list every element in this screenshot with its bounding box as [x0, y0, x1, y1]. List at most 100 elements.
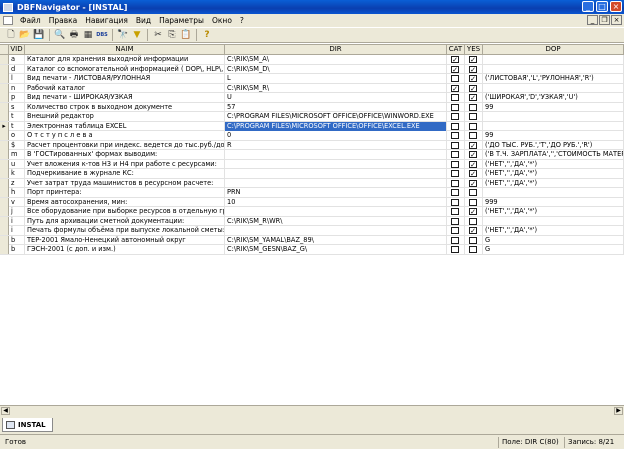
yes-checkbox[interactable] — [469, 103, 477, 111]
print-preview-icon[interactable]: 🔍 — [53, 29, 67, 42]
filter-icon[interactable]: ▼ — [130, 29, 144, 42]
cell-dir[interactable]: L — [225, 74, 447, 83]
dbs-icon[interactable]: DBS — [95, 29, 109, 42]
yes-checkbox[interactable]: ✓ — [469, 56, 477, 64]
table-row[interactable]: mВ 'ГОСТированных' формах выводим: ✓ ('В Т… — [0, 150, 624, 160]
paste-icon[interactable]: 📋 — [179, 29, 193, 42]
cell-dir[interactable]: U — [225, 93, 447, 102]
menu-parameters[interactable]: Параметры — [155, 16, 208, 25]
cell-vid[interactable]: d — [9, 64, 25, 74]
menu-help[interactable]: ? — [236, 16, 248, 25]
cell-dir[interactable] — [225, 150, 447, 159]
cell-vid[interactable]: o — [9, 131, 25, 140]
cell-vid[interactable]: u — [9, 159, 25, 169]
cell-naim[interactable]: Учет вложения к-тов Н3 и Н4 при работе с… — [25, 159, 225, 169]
cell-vid[interactable]: j — [9, 207, 25, 216]
cat-checkbox[interactable]: ✓ — [451, 56, 459, 64]
cell-naim[interactable]: Учет затрат труда машинистов в ресурсном… — [25, 178, 225, 188]
row-indicator[interactable] — [0, 188, 9, 197]
yes-checkbox[interactable]: ✓ — [469, 141, 477, 149]
row-indicator[interactable] — [0, 74, 9, 83]
column-header-dop[interactable]: DOP — [483, 45, 624, 55]
yes-checkbox[interactable] — [469, 217, 477, 225]
copy-icon[interactable]: ⎘ — [165, 29, 179, 42]
cat-checkbox[interactable] — [451, 151, 459, 158]
table-row[interactable]: i Печать формулы объёма при выпуске локал… — [0, 226, 624, 236]
row-indicator[interactable] — [0, 169, 9, 178]
cell-vid[interactable]: $ — [9, 140, 25, 150]
cell-dop[interactable]: ('В Т.Ч. ЗАРПЛАТА','','СТОИМОСТЬ МАТЕРИ — [483, 150, 624, 159]
row-indicator[interactable] — [0, 207, 9, 216]
cell-naim[interactable]: Печать формулы объёма при выпуске локаль… — [25, 226, 225, 235]
yes-checkbox[interactable]: ✓ — [469, 179, 477, 187]
open-folder-icon[interactable]: 📂 — [18, 29, 32, 42]
cat-checkbox[interactable] — [451, 217, 459, 225]
yes-checkbox[interactable] — [469, 189, 477, 196]
row-indicator[interactable] — [0, 197, 9, 207]
row-indicator[interactable]: ▸ — [0, 121, 9, 131]
horizontal-scrollbar[interactable]: ◀ ▶ — [0, 405, 624, 415]
cat-checkbox[interactable] — [451, 103, 459, 111]
cell-naim[interactable]: Каталог для хранения выходной информации — [25, 55, 225, 64]
cat-checkbox[interactable] — [451, 189, 459, 196]
cat-checkbox[interactable] — [451, 198, 459, 206]
cell-naim[interactable]: ГЭСН-2001 (с доп. и изм.) — [25, 245, 225, 254]
doc-close-button[interactable]: × — [611, 15, 622, 25]
row-indicator[interactable] — [0, 159, 9, 169]
cell-dop[interactable]: ('НЕТ','','ДА','*') — [483, 207, 624, 216]
menu-file[interactable]: Файл — [16, 16, 45, 25]
cell-dir[interactable]: C:\PROGRAM FILES\MICROSOFT OFFICE\OFFICE… — [225, 112, 447, 121]
table-row[interactable]: $ Расчет процентовки при индекс. ведется … — [0, 140, 624, 150]
table-row[interactable]: k Подчеркивание в журнале КС: ✓ ('НЕТ','','… — [0, 169, 624, 179]
table-row[interactable]: n Рабочий каталог C:\RIK\SM_R\ ✓ ✓ — [0, 83, 624, 93]
cell-dop[interactable] — [483, 64, 624, 74]
yes-checkbox[interactable] — [469, 246, 477, 253]
cell-naim[interactable]: Количество строк в выходном документе — [25, 102, 225, 112]
column-header-dir[interactable]: DIR — [225, 45, 447, 55]
table-row[interactable]: ▸ t Электронная таблица EXCEL C:\PROGRAM FI… — [0, 121, 624, 131]
cell-naim[interactable]: ТЕР-2001 Ямало-Ненецкий автономный округ — [25, 235, 225, 245]
doc-minimize-button[interactable]: _ — [587, 15, 598, 25]
table-row[interactable]: z Учет затрат труда машинистов в ресурсно… — [0, 178, 624, 188]
cell-vid[interactable]: s — [9, 102, 25, 112]
cat-checkbox[interactable] — [451, 227, 459, 234]
cell-dir[interactable]: R — [225, 140, 447, 150]
row-indicator[interactable] — [0, 55, 9, 64]
cell-vid[interactable]: p — [9, 93, 25, 102]
cut-icon[interactable]: ✂ — [151, 29, 165, 42]
cat-checkbox[interactable] — [451, 179, 459, 187]
table-row[interactable]: s Количество строк в выходном документе 57… — [0, 102, 624, 112]
cat-checkbox[interactable] — [451, 246, 459, 253]
cell-dop[interactable]: ('НЕТ','','ДА','*') — [483, 159, 624, 169]
table-row[interactable]: u Учет вложения к-тов Н3 и Н4 при работе … — [0, 159, 624, 169]
column-header-vid[interactable]: VID — [9, 45, 25, 55]
table-row[interactable]: i Путь для архивации сметной документации… — [0, 216, 624, 226]
cell-vid[interactable]: v — [9, 197, 25, 207]
cell-dir[interactable]: C:\PROGRAM FILES\MICROSOFT OFFICE\OFFICE… — [225, 121, 447, 131]
table-row[interactable]: l Вид печати - ЛИСТОВАЯ/РУЛОННАЯ L ✓ ('ЛИСТО… — [0, 74, 624, 84]
cell-naim[interactable]: Вид печати - ЛИСТОВАЯ/РУЛОННАЯ — [25, 74, 225, 83]
yes-checkbox[interactable]: ✓ — [469, 94, 477, 102]
cell-dir[interactable] — [225, 207, 447, 216]
cell-dir[interactable] — [225, 178, 447, 188]
help-icon[interactable]: ? — [200, 29, 214, 42]
cell-naim[interactable]: Время автосохранения, мин: — [25, 197, 225, 207]
cell-dir[interactable]: PRN — [225, 188, 447, 197]
yes-checkbox[interactable] — [469, 132, 477, 139]
cat-checkbox[interactable] — [451, 141, 459, 149]
cell-vid[interactable]: k — [9, 169, 25, 178]
row-indicator[interactable] — [0, 226, 9, 235]
save-icon[interactable]: 💾 — [32, 29, 46, 42]
cell-vid[interactable]: z — [9, 178, 25, 188]
cell-vid[interactable]: l — [9, 74, 25, 83]
cat-checkbox[interactable] — [451, 132, 459, 139]
cell-dir[interactable] — [225, 159, 447, 169]
table-row[interactable]: p Вид печати - ШИРОКАЯ/УЗКАЯ U ✓ ('ШИРОКАЯ',… — [0, 93, 624, 103]
yes-checkbox[interactable]: ✓ — [469, 65, 477, 73]
cell-naim[interactable]: Расчет процентовки при индекс. ведется д… — [25, 140, 225, 150]
cell-naim[interactable]: Каталог со вспомогательной информацией (… — [25, 64, 225, 74]
cell-dir[interactable]: 10 — [225, 197, 447, 207]
yes-checkbox[interactable]: ✓ — [469, 227, 477, 235]
yes-checkbox[interactable] — [469, 198, 477, 206]
cell-dop[interactable] — [483, 112, 624, 121]
